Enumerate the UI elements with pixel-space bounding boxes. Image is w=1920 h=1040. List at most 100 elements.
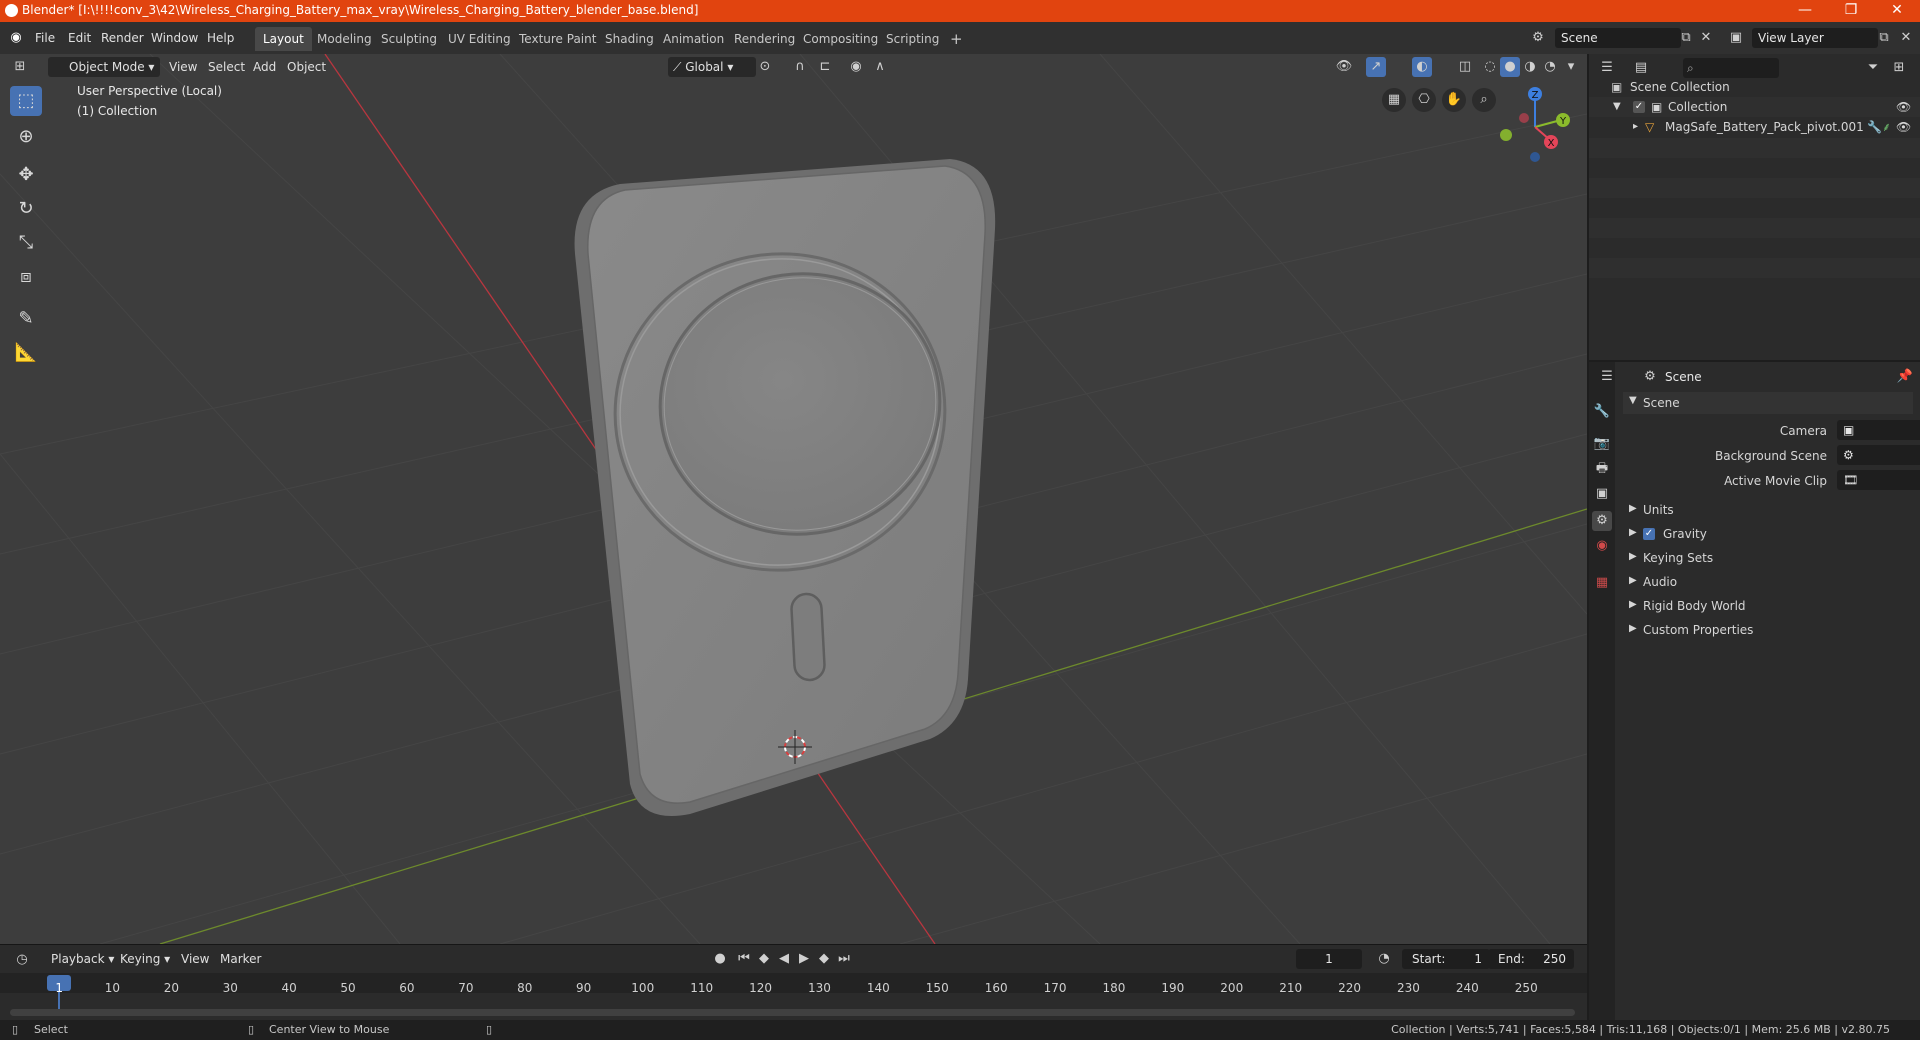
tab-sculpting[interactable]: Sculpting: [373, 27, 445, 51]
rendered-shading-icon[interactable]: ◔: [1540, 57, 1560, 77]
view-layer-icon[interactable]: ▣: [1726, 28, 1746, 48]
scene-tab-icon[interactable]: ⚙: [1592, 511, 1612, 531]
gravity-panel-header[interactable]: ▶ ✓ Gravity: [1623, 524, 1913, 544]
gizmo-neg-z[interactable]: [1530, 152, 1540, 162]
rigid-body-world-panel-header[interactable]: ▶ Rigid Body World: [1623, 596, 1913, 616]
background-scene-field[interactable]: ⚙: [1837, 445, 1920, 465]
falloff-icon[interactable]: ∧: [870, 57, 890, 77]
scale-tool-icon[interactable]: ⤡: [10, 228, 42, 258]
play-reverse-icon[interactable]: ◀: [774, 949, 794, 969]
close-button[interactable]: ✕: [1874, 0, 1920, 22]
scene-selector-icon[interactable]: ⚙: [1528, 28, 1548, 48]
world-tab-icon[interactable]: ◉: [1592, 536, 1612, 556]
transform-orientation-selector[interactable]: ⟋ Global ▾: [668, 57, 756, 77]
tab-texture-paint[interactable]: Texture Paint: [511, 27, 604, 51]
tab-layout[interactable]: Layout: [255, 27, 312, 51]
3d-viewport[interactable]: User Perspective (Local) (1) Collection …: [0, 54, 1587, 944]
measure-tool-icon[interactable]: 📐: [10, 338, 42, 368]
minimize-button[interactable]: —: [1782, 0, 1828, 22]
camera-icon[interactable]: ⎔: [1412, 88, 1436, 112]
delete-scene-icon[interactable]: ✕: [1696, 28, 1716, 48]
toggle-camera-view-icon[interactable]: ▦: [1382, 88, 1406, 112]
viewport-menu-view[interactable]: View: [164, 57, 202, 77]
preview-range-icon[interactable]: ◔: [1374, 949, 1394, 969]
overlay-toggle-icon[interactable]: ◐: [1412, 57, 1432, 77]
tab-compositing[interactable]: Compositing: [795, 27, 886, 51]
menu-help[interactable]: Help: [202, 28, 239, 48]
viewport-menu-select[interactable]: Select: [203, 57, 250, 77]
display-mode-icon[interactable]: ▤: [1631, 58, 1651, 78]
tab-modeling[interactable]: Modeling: [309, 27, 380, 51]
new-collection-icon[interactable]: ⊞: [1889, 58, 1909, 78]
snap-target-icon[interactable]: ⊏: [815, 57, 835, 77]
editor-type-icon[interactable]: ⊞: [10, 57, 30, 77]
add-workspace-button[interactable]: +: [942, 27, 971, 51]
record-button-icon[interactable]: ●: [710, 949, 730, 969]
outliner-row-collection[interactable]: ▼ ✓ ▣ Collection 👁: [1589, 97, 1920, 117]
snap-magnet-icon[interactable]: ∩: [790, 57, 810, 77]
viewport-menu-add[interactable]: Add: [248, 57, 281, 77]
jump-start-icon[interactable]: ⏮: [734, 949, 754, 969]
tool-settings-tab-icon[interactable]: 🔧: [1592, 402, 1612, 422]
pivot-point-icon[interactable]: ⊙: [755, 57, 775, 77]
expand-arrow-icon[interactable]: ▼: [1613, 97, 1621, 117]
outliner-row-scene-collection[interactable]: ▣ Scene Collection: [1589, 77, 1920, 97]
new-view-layer-icon[interactable]: ⧉: [1874, 28, 1894, 48]
select-box-tool-icon[interactable]: ⬚: [10, 86, 42, 116]
tab-shading[interactable]: Shading: [597, 27, 662, 51]
camera-field[interactable]: ▣: [1837, 420, 1920, 440]
start-frame-field[interactable]: Start: 1: [1402, 949, 1490, 969]
filter-icon[interactable]: ⏷: [1863, 58, 1883, 78]
units-panel-header[interactable]: ▶ Units: [1623, 500, 1913, 520]
outliner-editor-type-icon[interactable]: ☰: [1597, 58, 1617, 78]
end-frame-field[interactable]: End: 250: [1488, 949, 1574, 969]
menu-edit[interactable]: Edit: [63, 28, 96, 48]
expand-arrow-icon[interactable]: ▸: [1633, 117, 1638, 137]
mode-selector[interactable]: Object Mode ▾: [48, 57, 160, 77]
shading-options-icon[interactable]: ▾: [1561, 57, 1581, 77]
object-visibility-eye-icon[interactable]: 👁: [1896, 117, 1911, 137]
delete-view-layer-icon[interactable]: ✕: [1896, 28, 1916, 48]
xray-toggle-icon[interactable]: ◫: [1455, 57, 1475, 77]
current-frame-field[interactable]: 1: [1296, 949, 1362, 969]
new-scene-icon[interactable]: ⧉: [1676, 28, 1696, 48]
play-icon[interactable]: ▶: [794, 949, 814, 969]
scene-field[interactable]: Scene: [1555, 28, 1681, 48]
maximize-button[interactable]: ❐: [1828, 0, 1874, 22]
proportional-edit-icon[interactable]: ◉: [846, 57, 866, 77]
visibility-filter-icon[interactable]: 👁: [1334, 57, 1354, 77]
move-tool-icon[interactable]: ✥: [10, 160, 42, 190]
texture-tab-icon[interactable]: ▦: [1592, 573, 1612, 593]
rotate-tool-icon[interactable]: ↻: [10, 194, 42, 224]
hand-pan-icon[interactable]: ✋: [1442, 88, 1466, 112]
collection-visibility-eye-icon[interactable]: 👁: [1896, 97, 1911, 117]
timeline-menu-keying[interactable]: Keying ▾: [115, 949, 175, 969]
tab-scripting[interactable]: Scripting: [878, 27, 947, 51]
collection-checkbox[interactable]: ✓: [1633, 101, 1645, 113]
viewport-menu-object[interactable]: Object: [282, 57, 331, 77]
tab-animation[interactable]: Animation: [655, 27, 732, 51]
audio-panel-header[interactable]: ▶ Audio: [1623, 572, 1913, 592]
properties-editor-type-icon[interactable]: ☰: [1597, 367, 1617, 387]
output-tab-icon[interactable]: 🖶: [1592, 459, 1612, 479]
wireframe-shading-icon[interactable]: ◌: [1480, 57, 1500, 77]
jump-keyframe-back-icon[interactable]: ◆: [754, 949, 774, 969]
custom-properties-panel-header[interactable]: ▶ Custom Properties: [1623, 620, 1913, 640]
render-tab-icon[interactable]: 📷: [1592, 434, 1612, 454]
gizmo-neg-y[interactable]: [1500, 129, 1512, 141]
solid-shading-icon[interactable]: ●: [1500, 57, 1520, 77]
menu-file[interactable]: File: [30, 28, 60, 48]
pin-icon[interactable]: 📌: [1895, 367, 1915, 387]
navigation-gizmo[interactable]: Z Y X: [1488, 82, 1578, 172]
jump-end-icon[interactable]: ⏭: [834, 949, 854, 969]
outliner-row-object[interactable]: ▸ ▽ MagSafe_Battery_Pack_pivot.001 🔧 ⸙ 👁: [1589, 117, 1920, 137]
tab-uv-editing[interactable]: UV Editing: [440, 27, 519, 51]
material-shading-icon[interactable]: ◑: [1520, 57, 1540, 77]
annotate-tool-icon[interactable]: ✎: [10, 304, 42, 334]
gizmo-neg-x[interactable]: [1519, 113, 1529, 123]
jump-keyframe-forward-icon[interactable]: ◆: [814, 949, 834, 969]
menu-render[interactable]: Render: [96, 28, 149, 48]
active-movie-clip-field[interactable]: 🎞: [1837, 470, 1920, 490]
timeline-scrollbar[interactable]: [10, 1009, 1575, 1016]
keying-sets-panel-header[interactable]: ▶ Keying Sets: [1623, 548, 1913, 568]
